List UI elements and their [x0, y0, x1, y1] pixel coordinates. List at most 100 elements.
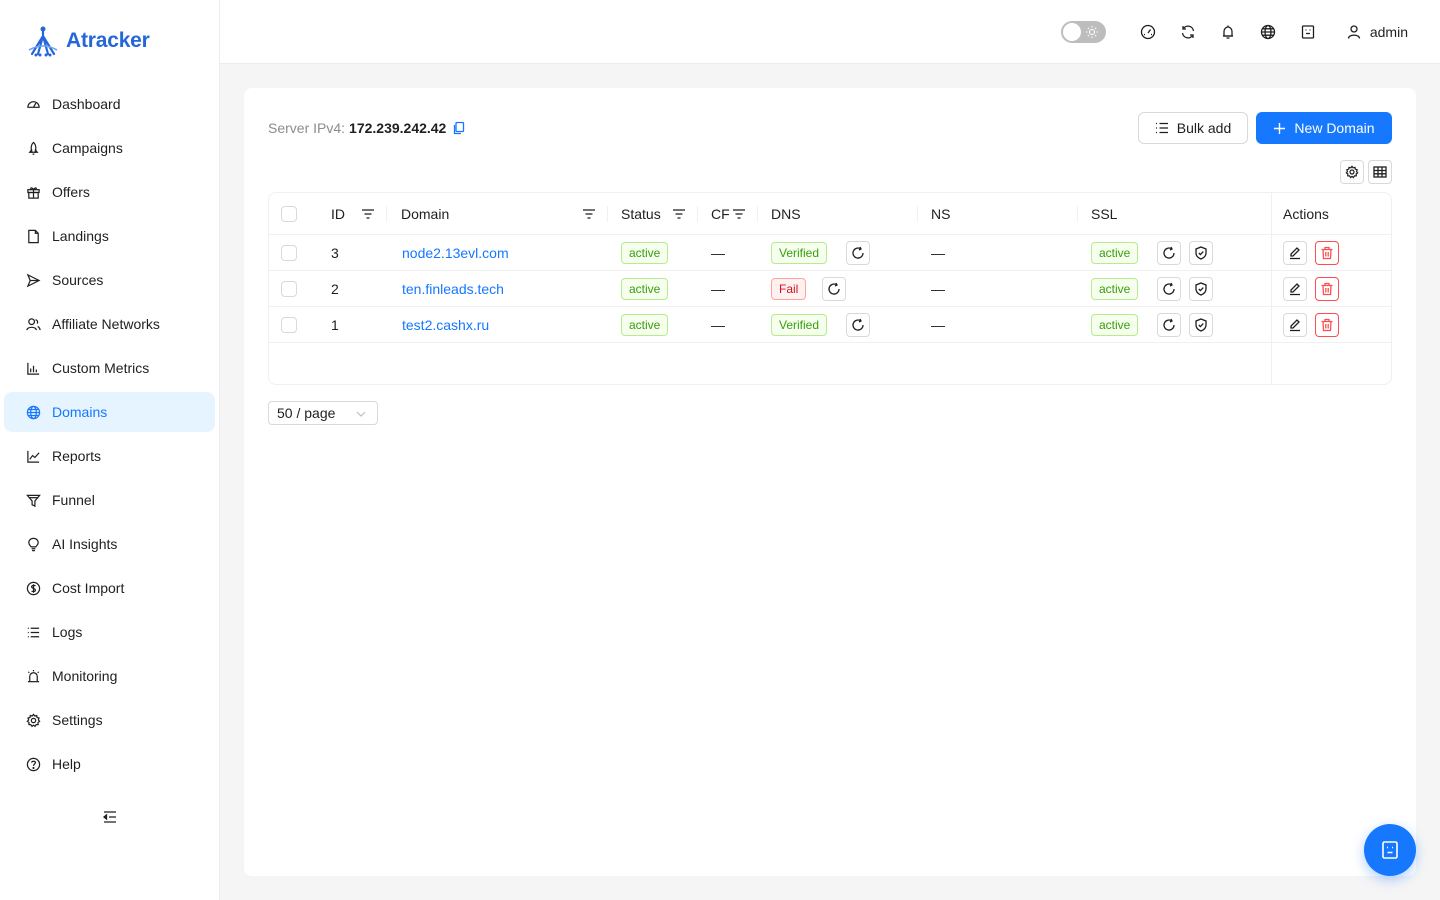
ssl-issue-button[interactable]: [1189, 277, 1213, 301]
edit-button[interactable]: [1283, 313, 1307, 337]
domain-link[interactable]: ten.finleads.tech: [402, 271, 504, 307]
page-size-value: 50 / page: [277, 405, 336, 421]
table-icon: [1373, 166, 1387, 178]
ssl-badge: active: [1091, 242, 1139, 264]
filter-icon[interactable]: [732, 193, 746, 235]
column-header-status: Status: [621, 193, 661, 235]
edit-button[interactable]: [1283, 277, 1307, 301]
ns-value: —: [931, 317, 945, 333]
question-icon: [26, 757, 41, 772]
sidebar-item-sources[interactable]: Sources: [4, 260, 215, 300]
row-checkbox[interactable]: [281, 281, 297, 297]
table-settings-button[interactable]: [1340, 160, 1364, 184]
gear-icon: [26, 712, 41, 728]
edit-button[interactable]: [1283, 241, 1307, 265]
row-id: 1: [331, 317, 339, 333]
user-menu[interactable]: admin: [1346, 24, 1408, 40]
delete-button[interactable]: [1315, 277, 1339, 301]
sidebar-item-landings[interactable]: Landings: [4, 216, 215, 256]
plus-icon: [1274, 122, 1286, 134]
trash-icon: [1321, 282, 1333, 296]
domain-link[interactable]: test2.cashx.ru: [402, 307, 489, 343]
globe-icon: [26, 405, 41, 420]
sidebar-item-help[interactable]: Help: [4, 744, 215, 784]
column-label: Actions: [1283, 206, 1329, 222]
assistant-float-button[interactable]: [1364, 824, 1416, 876]
row-id: 2: [331, 281, 339, 297]
alarm-icon: [26, 669, 41, 684]
page-size-select[interactable]: 50 / page: [268, 401, 378, 425]
ssl-refresh-button[interactable]: [1157, 313, 1181, 337]
sidebar-item-label: Sources: [52, 272, 104, 288]
sidebar-item-affiliate-networks[interactable]: Affiliate Networks: [4, 304, 215, 344]
sidebar-item-label: Funnel: [52, 492, 95, 508]
dns-refresh-button[interactable]: [846, 313, 870, 337]
trash-icon: [1321, 318, 1333, 332]
sidebar-item-domains[interactable]: Domains: [4, 392, 215, 432]
bulk-add-button[interactable]: Bulk add: [1138, 112, 1248, 144]
menu-fold-icon[interactable]: [101, 808, 119, 826]
sidebar-item-campaigns[interactable]: Campaigns: [4, 128, 215, 168]
refresh-icon: [1163, 282, 1175, 295]
ssl-refresh-button[interactable]: [1157, 241, 1181, 265]
server-ip-label: Server IPv4:: [268, 120, 346, 136]
ssl-issue-button[interactable]: [1189, 313, 1213, 337]
refresh-icon[interactable]: [1168, 12, 1208, 52]
line-chart-icon: [26, 449, 41, 464]
domains-table: ID Domain Status CF DNS NS SSL Actions 3…: [268, 192, 1392, 385]
sidebar-item-settings[interactable]: Settings: [4, 700, 215, 740]
ssl-badge: active: [1091, 278, 1139, 300]
send-icon: [26, 273, 41, 288]
sidebar-item-ai-insights[interactable]: AI Insights: [4, 524, 215, 564]
table-row: 3 node2.13evl.com active — Verified — ac…: [269, 235, 1391, 271]
actions-column-divider: [1271, 193, 1272, 384]
globe-icon[interactable]: [1248, 12, 1288, 52]
copy-icon[interactable]: [452, 121, 466, 135]
sidebar-item-custom-metrics[interactable]: Custom Metrics: [4, 348, 215, 388]
dns-refresh-button[interactable]: [822, 277, 846, 301]
funnel-icon: [26, 493, 41, 508]
column-label: Domain: [401, 206, 450, 222]
column-header-ssl: SSL: [1091, 193, 1117, 235]
table-row: 1 test2.cashx.ru active — Verified — act…: [269, 307, 1391, 343]
sun-icon: [1085, 26, 1098, 38]
bulk-add-label: Bulk add: [1176, 120, 1232, 136]
ssl-refresh-button[interactable]: [1157, 277, 1181, 301]
filter-icon[interactable]: [582, 193, 596, 235]
delete-button[interactable]: [1315, 313, 1339, 337]
new-domain-button[interactable]: New Domain: [1256, 112, 1392, 144]
sidebar-item-reports[interactable]: Reports: [4, 436, 215, 476]
sidebar-item-dashboard[interactable]: Dashboard: [4, 84, 215, 124]
bell-icon[interactable]: [1208, 12, 1248, 52]
sidebar-item-funnel[interactable]: Funnel: [4, 480, 215, 520]
ssl-issue-button[interactable]: [1189, 241, 1213, 265]
file-icon: [26, 229, 41, 244]
column-label: CF: [711, 206, 730, 222]
select-all-checkbox[interactable]: [281, 206, 297, 222]
filter-icon[interactable]: [672, 193, 686, 235]
sidebar-item-label: Monitoring: [52, 668, 118, 684]
sidebar-item-label: Custom Metrics: [52, 360, 150, 376]
row-checkbox[interactable]: [281, 317, 297, 333]
dashboard-icon[interactable]: [1128, 12, 1168, 52]
theme-toggle[interactable]: [1060, 21, 1106, 43]
table-columns-button[interactable]: [1368, 160, 1392, 184]
sidebar-item-logs[interactable]: Logs: [4, 612, 215, 652]
dns-refresh-button[interactable]: [846, 241, 870, 265]
column-header-cf: CF: [711, 193, 730, 235]
filter-icon[interactable]: [361, 193, 375, 235]
robot-icon: [1382, 841, 1398, 859]
sidebar-item-offers[interactable]: Offers: [4, 172, 215, 212]
logo[interactable]: Atracker: [26, 24, 150, 58]
delete-button[interactable]: [1315, 241, 1339, 265]
sidebar-item-label: Domains: [52, 404, 108, 420]
dns-badge: Fail: [771, 278, 807, 300]
sidebar-item-monitoring[interactable]: Monitoring: [4, 656, 215, 696]
domain-link[interactable]: node2.13evl.com: [402, 235, 509, 271]
row-checkbox[interactable]: [281, 245, 297, 261]
select-all-cell: [281, 193, 297, 235]
column-label: NS: [931, 206, 951, 222]
robot-icon[interactable]: [1288, 12, 1328, 52]
sidebar-item-label: Help: [52, 756, 81, 772]
sidebar-item-cost-import[interactable]: Cost Import: [4, 568, 215, 608]
